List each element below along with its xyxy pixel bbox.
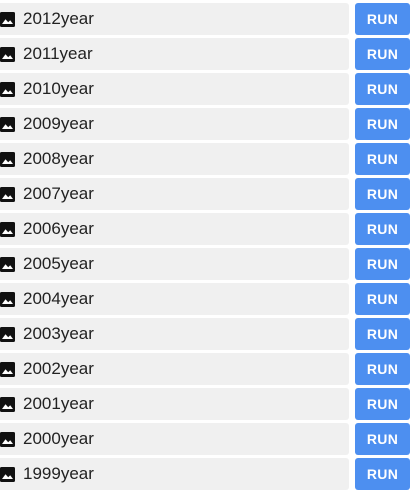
year-row: 2005year RUN (0, 248, 414, 280)
image-icon (0, 47, 15, 62)
run-button[interactable]: RUN (355, 353, 410, 385)
run-button[interactable]: RUN (355, 143, 410, 175)
year-row: 2007year RUN (0, 178, 414, 210)
run-button[interactable]: RUN (355, 388, 410, 420)
year-label-box: 2011year (0, 38, 349, 70)
year-row: 2006year RUN (0, 213, 414, 245)
year-label-box: 2006year (0, 213, 349, 245)
year-row: 2002year RUN (0, 353, 414, 385)
year-label: 2002year (23, 359, 94, 378)
image-icon (0, 257, 15, 272)
year-label: 2001year (23, 394, 94, 413)
year-label: 2007year (23, 184, 94, 203)
year-label-box: 2005year (0, 248, 349, 280)
run-button[interactable]: RUN (355, 3, 410, 35)
image-icon (0, 152, 15, 167)
year-label: 2006year (23, 219, 94, 238)
image-icon (0, 222, 15, 237)
year-label: 2011year (23, 44, 93, 63)
image-icon (0, 432, 15, 447)
image-icon (0, 12, 15, 27)
image-icon (0, 327, 15, 342)
year-label: 2003year (23, 324, 94, 343)
year-label-box: 2000year (0, 423, 349, 455)
run-button[interactable]: RUN (355, 458, 410, 490)
year-label-box: 2007year (0, 178, 349, 210)
year-label-box: 2002year (0, 353, 349, 385)
run-button[interactable]: RUN (355, 38, 410, 70)
year-row: 2003year RUN (0, 318, 414, 350)
year-list: 2012year RUN 2011year RUN 2010year RUN 2009yea… (0, 0, 414, 490)
year-label-box: 1999year (0, 458, 349, 490)
image-icon (0, 467, 15, 482)
year-label: 2008year (23, 149, 94, 168)
year-label-box: 2001year (0, 388, 349, 420)
run-button[interactable]: RUN (355, 213, 410, 245)
run-button[interactable]: RUN (355, 423, 410, 455)
image-icon (0, 362, 15, 377)
year-label: 2010year (23, 79, 94, 98)
year-label: 1999year (23, 464, 94, 483)
run-button[interactable]: RUN (355, 178, 410, 210)
year-label-box: 2008year (0, 143, 349, 175)
year-row: 2001year RUN (0, 388, 414, 420)
year-row: 2012year RUN (0, 3, 414, 35)
year-row: 2008year RUN (0, 143, 414, 175)
run-button[interactable]: RUN (355, 318, 410, 350)
year-row: 2004year RUN (0, 283, 414, 315)
year-label-box: 2010year (0, 73, 349, 105)
image-icon (0, 82, 15, 97)
image-icon (0, 397, 15, 412)
year-label-box: 2004year (0, 283, 349, 315)
run-button[interactable]: RUN (355, 283, 410, 315)
year-label: 2005year (23, 254, 94, 273)
year-label: 2012year (23, 9, 94, 28)
run-button[interactable]: RUN (355, 108, 410, 140)
year-label-box: 2003year (0, 318, 349, 350)
year-row: 2010year RUN (0, 73, 414, 105)
run-button[interactable]: RUN (355, 248, 410, 280)
year-row: 2011year RUN (0, 38, 414, 70)
year-label: 2004year (23, 289, 94, 308)
year-row: 2000year RUN (0, 423, 414, 455)
image-icon (0, 187, 15, 202)
image-icon (0, 117, 15, 132)
year-row: 2009year RUN (0, 108, 414, 140)
year-label-box: 2009year (0, 108, 349, 140)
run-button[interactable]: RUN (355, 73, 410, 105)
year-row: 1999year RUN (0, 458, 414, 490)
year-label: 2000year (23, 429, 94, 448)
year-label: 2009year (23, 114, 94, 133)
year-label-box: 2012year (0, 3, 349, 35)
image-icon (0, 292, 15, 307)
